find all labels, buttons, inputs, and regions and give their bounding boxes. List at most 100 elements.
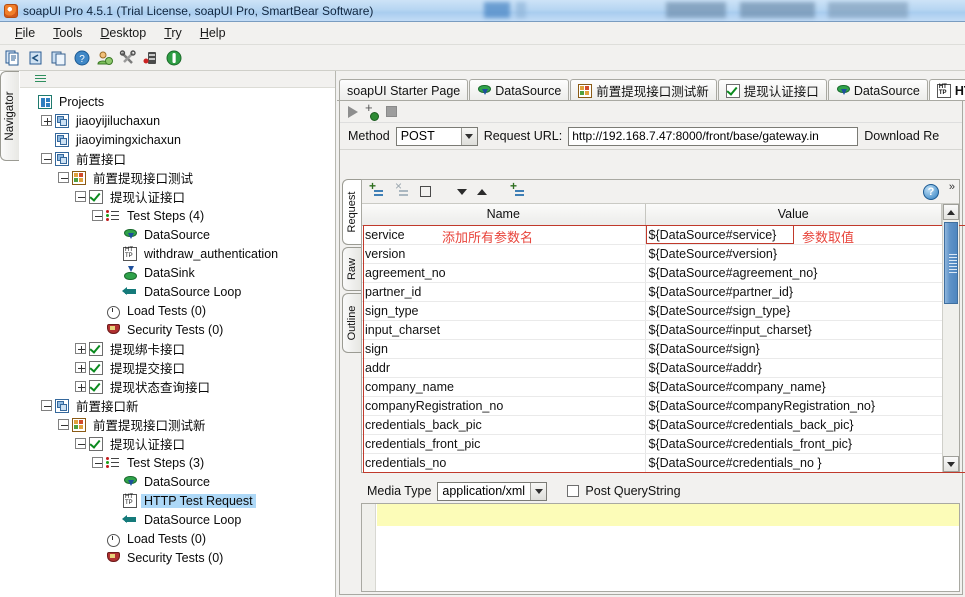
collapse-icon[interactable] (41, 400, 52, 411)
editor-tab[interactable]: 提现认证接口 (718, 79, 827, 101)
param-name-cell[interactable]: agreement_no (362, 263, 645, 282)
method-select[interactable]: POST (396, 127, 478, 146)
param-row[interactable]: sign_type${DateSource#sign_type} (362, 301, 942, 320)
chevron-down-icon[interactable] (530, 483, 546, 500)
param-name-cell[interactable]: company_name (362, 377, 645, 396)
editor-tab[interactable]: DataSource (828, 79, 928, 101)
stop-icon[interactable] (386, 106, 397, 117)
param-row[interactable]: addr${DataSource#addr} (362, 358, 942, 377)
collapse-icon[interactable] (41, 153, 52, 164)
tree-item[interactable]: DataSource (20, 225, 335, 244)
run-icon[interactable] (348, 106, 358, 118)
chevron-down-icon[interactable] (461, 128, 477, 145)
scrollbar-thumb[interactable] (944, 222, 958, 304)
param-name-cell[interactable]: addr (362, 358, 645, 377)
move-up-icon[interactable] (477, 189, 487, 195)
menu-item-desktop[interactable]: Desktop (91, 23, 155, 43)
tree-item[interactable]: 前置接口新 (20, 396, 335, 415)
help-icon[interactable]: ? (923, 184, 939, 200)
param-row[interactable]: sign${DataSource#sign} (362, 339, 942, 358)
add-param-icon[interactable] (370, 184, 385, 199)
tree-options-icon[interactable] (34, 72, 48, 86)
tab-outline[interactable]: Outline (342, 293, 361, 353)
post-querystring-checkbox[interactable] (567, 485, 579, 497)
tree-item[interactable]: jiaoyimingxichaxun (20, 130, 335, 149)
editor-tab[interactable]: 前置提现接口测试新 (570, 79, 717, 101)
param-row[interactable]: input_charset${DataSource#input_charset} (362, 320, 942, 339)
move-down-icon[interactable] (457, 189, 467, 195)
menu-item-tools[interactable]: Tools (44, 23, 91, 43)
param-value-cell[interactable]: ${DataSource#companyRegistration_no} (645, 396, 942, 415)
collapse-icon[interactable] (75, 191, 86, 202)
tree-item[interactable]: DataSource Loop (20, 282, 335, 301)
expand-icon[interactable] (41, 115, 52, 126)
import-project-icon[interactable] (27, 49, 45, 67)
collapse-icon[interactable] (58, 172, 69, 183)
tree-item[interactable]: jiaoyijiluchaxun (20, 111, 335, 130)
help-icon[interactable]: ? (73, 49, 91, 67)
save-all-icon[interactable] (50, 49, 68, 67)
tree-item[interactable]: 前置接口 (20, 149, 335, 168)
collapse-icon[interactable] (92, 457, 103, 468)
tree-item[interactable]: withdraw_authentication (20, 244, 335, 263)
param-row[interactable]: credentials_front_pic${DataSource#creden… (362, 434, 942, 453)
tree-item[interactable]: DataSource Loop (20, 510, 335, 529)
menu-item-try[interactable]: Try (155, 23, 191, 43)
tree-item[interactable]: 提现认证接口 (20, 187, 335, 206)
tools-icon[interactable] (119, 49, 137, 67)
param-name-cell[interactable]: credentials_back_pic (362, 415, 645, 434)
param-value-cell[interactable]: ${DataSource#sign} (645, 339, 942, 358)
tree-item[interactable]: 前置提现接口测试 (20, 168, 335, 187)
param-row[interactable]: partner_id${DataSource#partner_id} (362, 282, 942, 301)
collapse-icon[interactable] (58, 419, 69, 430)
param-name-cell[interactable]: sign_type (362, 301, 645, 320)
param-row[interactable]: agreement_no${DataSource#agreement_no} (362, 263, 942, 282)
param-value-cell[interactable]: ${DataSource#credentials_no } (645, 453, 942, 472)
tree-item[interactable]: Load Tests (0) (20, 529, 335, 548)
param-value-cell[interactable]: ${DataSource#input_charset} (645, 320, 942, 339)
tree-item[interactable]: Security Tests (0) (20, 548, 335, 567)
navigator-tab[interactable]: Navigator (0, 71, 19, 161)
tree-item[interactable]: DataSource (20, 472, 335, 491)
insert-param-icon[interactable] (511, 184, 526, 199)
tree-item[interactable]: Security Tests (0) (20, 320, 335, 339)
preferences-icon[interactable] (96, 49, 114, 67)
param-name-cell[interactable]: input_charset (362, 320, 645, 339)
clear-icon[interactable] (420, 186, 431, 197)
tree-item[interactable]: HTTP Test Request (20, 491, 335, 510)
param-value-cell[interactable]: ${DataSource#service} (645, 225, 942, 244)
param-row[interactable]: credentials_no${DataSource#credentials_n… (362, 453, 942, 472)
request-url-input[interactable]: http://192.168.7.47:8000/front/base/gate… (568, 127, 858, 146)
tab-request[interactable]: Request (342, 179, 361, 245)
param-value-cell[interactable]: ${DataSource#credentials_back_pic} (645, 415, 942, 434)
new-project-icon[interactable] (4, 49, 22, 67)
param-value-cell[interactable]: ${DataSource#addr} (645, 358, 942, 377)
tree-item[interactable]: Load Tests (0) (20, 301, 335, 320)
param-name-cell[interactable]: version (362, 244, 645, 263)
column-header-value[interactable]: Value (645, 204, 942, 225)
tree-item[interactable]: 提现提交接口 (20, 358, 335, 377)
params-vertical-scrollbar[interactable] (942, 204, 959, 472)
tab-raw[interactable]: Raw (342, 247, 361, 291)
param-value-cell[interactable]: ${DateSource#sign_type} (645, 301, 942, 320)
tree-item[interactable]: DataSink (20, 263, 335, 282)
param-name-cell[interactable]: credentials_front_pic (362, 434, 645, 453)
tree-item[interactable]: Projects (20, 92, 335, 111)
param-name-cell[interactable]: companyRegistration_no (362, 396, 645, 415)
media-type-select[interactable]: application/xml (437, 482, 547, 501)
param-name-cell[interactable]: sign (362, 339, 645, 358)
collapse-icon[interactable] (75, 438, 86, 449)
expand-icon[interactable] (75, 362, 86, 373)
collapse-icon[interactable] (92, 210, 103, 221)
editor-tab[interactable]: soapUI Starter Page (339, 79, 468, 101)
scroll-up-arrow-icon[interactable] (943, 204, 959, 220)
editor-tab[interactable]: HT (929, 79, 965, 101)
remove-param-icon[interactable] (395, 184, 410, 199)
column-header-name[interactable]: Name (362, 204, 645, 225)
param-value-cell[interactable]: ${DateSource#version} (645, 244, 942, 263)
param-row[interactable]: company_name${DataSource#company_name} (362, 377, 942, 396)
expand-icon[interactable] (75, 343, 86, 354)
tree-item[interactable]: Test Steps (3) (20, 453, 335, 472)
scroll-down-arrow-icon[interactable] (943, 456, 959, 472)
param-value-cell[interactable]: ${DataSource#credentials_front_pic} (645, 434, 942, 453)
